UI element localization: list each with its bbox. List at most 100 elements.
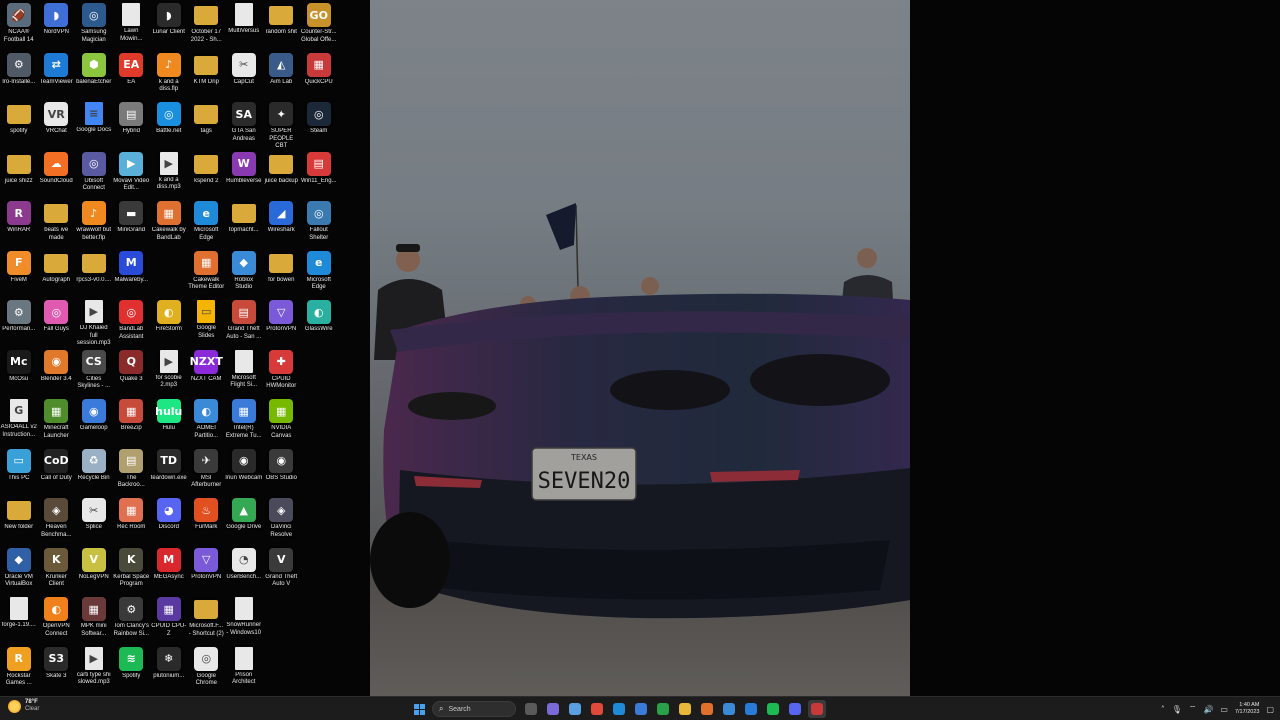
desktop-icon[interactable]: KTM Drip (188, 50, 226, 100)
taskbar-app-chrome[interactable] (588, 700, 606, 718)
desktop-icon[interactable]: random shit (263, 0, 301, 50)
desktop-icon[interactable]: ♪ wrawwolf but better.flp (75, 198, 113, 248)
desktop-icon[interactable]: R Rockstar Games ... (0, 644, 38, 694)
desktop-icon[interactable]: ▦ CPUID CPU-Z (150, 594, 188, 644)
desktop-icon[interactable]: e Microsoft Edge (300, 248, 338, 298)
taskbar-app-task-view[interactable] (522, 700, 540, 718)
desktop-icon[interactable]: ▶ k and a diss.mp3 (150, 149, 188, 199)
desktop-icon[interactable]: ✂ CapCut (225, 50, 263, 100)
desktop-icon[interactable]: ◎ BandLab Assistant (113, 297, 151, 347)
desktop-icon[interactable]: Mc McOsu (0, 347, 38, 397)
desktop-icon[interactable]: ◔ UserBench... (225, 545, 263, 595)
desktop-icon[interactable]: ▤ Hybrid (113, 99, 151, 149)
taskbar-app-store[interactable] (632, 700, 650, 718)
desktop-icon[interactable]: ≋ Spotify (113, 644, 151, 694)
desktop-icon[interactable]: ◐ FireStorm (150, 297, 188, 347)
desktop-icon[interactable]: G ASIO4ALL v2 Instruction... (0, 396, 38, 446)
taskbar-app-file-explorer[interactable] (676, 700, 694, 718)
desktop-icon[interactable]: ◉ OBS Studio (263, 446, 301, 496)
desktop-icon[interactable]: ♻ Recycle Bin (75, 446, 113, 496)
taskbar-app-teams[interactable] (544, 700, 562, 718)
taskbar-app-firefox[interactable] (698, 700, 716, 718)
desktop-icon[interactable]: ❄ plutonium... (150, 644, 188, 694)
desktop-icon[interactable]: ◆ Oracle VM VirtualBox (0, 545, 38, 595)
desktop-icon[interactable]: Microsoft Flight Si... (225, 347, 263, 397)
desktop-icon[interactable]: ◎ Battle.net (150, 99, 188, 149)
desktop-icon[interactable]: ◗ Lunar Client (150, 0, 188, 50)
desktop-icon[interactable]: ☁ SoundCloud (38, 149, 76, 199)
desktop-icon[interactable]: ▶ Movavi Video Edit... (113, 149, 151, 199)
taskbar-app-photos[interactable] (720, 700, 738, 718)
desktop-icon[interactable]: Lawn Mowin... (113, 0, 151, 50)
desktop-icon[interactable]: F FiveM (0, 248, 38, 298)
desktop-icon[interactable]: ▦ QuickCPU (300, 50, 338, 100)
desktop-icon[interactable]: ♨ FurMark (188, 495, 226, 545)
desktop-icon[interactable]: ▦ Rec Room (113, 495, 151, 545)
desktop-icon[interactable]: ▦ Cakewalk Theme Editor (188, 248, 226, 298)
desktop-icon[interactable]: V NoLegVPN (75, 545, 113, 595)
desktop-icon[interactable]: ◐ OpenVPN Connect (38, 594, 76, 644)
wifi-icon[interactable]: ⌔ (1189, 704, 1197, 714)
desktop-icon[interactable]: juice shizz (0, 149, 38, 199)
desktop-icon[interactable]: Q Quake 3 (113, 347, 151, 397)
desktop-icon[interactable]: 🏈 NCAA® Football 14 (0, 0, 38, 50)
clock[interactable]: 1:40 AM 7/17/2023 (1235, 702, 1259, 716)
desktop-icon[interactable]: ◈ DaVinci Resolve (263, 495, 301, 545)
battery-icon[interactable]: ▭ (1220, 705, 1228, 714)
taskbar-app-edge[interactable] (610, 700, 628, 718)
desktop-icon[interactable]: ▦ BreeZip (113, 396, 151, 446)
desktop-icon[interactable]: ▽ ProtonVPN (263, 297, 301, 347)
desktop-icon[interactable]: juice backup (263, 149, 301, 199)
desktop-icon[interactable]: SA GTA San Andreas (225, 99, 263, 149)
desktop-icon[interactable]: K Krunker Client (38, 545, 76, 595)
desktop-icon[interactable]: ▽ ProtonVPN (188, 545, 226, 595)
taskbar-app-spotify[interactable] (764, 700, 782, 718)
desktop-icon[interactable]: ◐ GlassWire (300, 297, 338, 347)
weather-widget[interactable]: 78°F Clear (8, 699, 39, 713)
desktop-icon[interactable]: ▦ MPK mini Softwar... (75, 594, 113, 644)
desktop-icon[interactable]: TD teardown.exe (150, 446, 188, 496)
desktop-icon[interactable]: EA EA (113, 50, 151, 100)
desktop-icon[interactable]: ✚ CPUID HWMonitor (263, 347, 301, 397)
taskbar-app-discord[interactable] (786, 700, 804, 718)
desktop-icon[interactable]: R WinRAR (0, 198, 38, 248)
desktop-icon[interactable]: ▦ Cakewalk by BandLab (150, 198, 188, 248)
desktop-icon[interactable]: ◎ Steam (300, 99, 338, 149)
desktop-icon[interactable]: M MEGAsync (150, 545, 188, 595)
desktop-icon[interactable]: ◉ Iriun Webcam (225, 446, 263, 496)
desktop-icon[interactable]: ◗ NordVPN (38, 0, 76, 50)
desktop-icon[interactable]: VR VRChat (38, 99, 76, 149)
desktop-icon[interactable]: ◉ Blender 3.4 (38, 347, 76, 397)
desktop-icon[interactable]: CoD Call of Duty (38, 446, 76, 496)
desktop-icon[interactable]: V Grand Theft Auto V (263, 545, 301, 595)
desktop-icon[interactable]: S3 Skate 3 (38, 644, 76, 694)
desktop-icon[interactable]: SnowRunner - Windows10 (225, 594, 263, 644)
desktop-icon[interactable]: ◭ Aim Lab (263, 50, 301, 100)
desktop-icon[interactable]: ▤ The Backroo... (113, 446, 151, 496)
taskbar-app-copilot[interactable] (566, 700, 584, 718)
desktop-icon[interactable]: ⬢ balenaEtcher (75, 50, 113, 100)
desktop-icon[interactable]: ▦ Minecraft Launcher (38, 396, 76, 446)
desktop-icon[interactable]: ◕ Discord (150, 495, 188, 545)
desktop-icon[interactable]: hulu Hulu (150, 396, 188, 446)
desktop-icon[interactable]: ◐ AOMEI Partitio... (188, 396, 226, 446)
desktop-icon[interactable]: ▭ Google Slides (188, 297, 226, 347)
desktop-icon[interactable]: ▤ Grand Theft Auto - San ... (225, 297, 263, 347)
desktop-icon[interactable]: for bowen (263, 248, 301, 298)
desktop-icon[interactable]: Prison Architect (225, 644, 263, 694)
desktop-icon[interactable]: ◉ Gameloop (75, 396, 113, 446)
desktop-icon[interactable]: M Malwareby... (113, 248, 151, 298)
desktop-icon[interactable]: ◎ Google Chrome (188, 644, 226, 694)
desktop-icon[interactable]: ▶ carti type shi slowed.mp3 (75, 644, 113, 694)
desktop-icon[interactable]: ◆ Roblox Studio (225, 248, 263, 298)
desktop-icon[interactable]: CS Cities Skylines - ... (75, 347, 113, 397)
desktop-icon[interactable]: ▦ Intel(R) Extreme Tu... (225, 396, 263, 446)
notification-icon[interactable]: ▢ (1266, 705, 1274, 714)
desktop-icon[interactable]: topmacht... (225, 198, 263, 248)
taskbar-app-xbox[interactable] (654, 700, 672, 718)
desktop-icon[interactable]: ▶ DJ Khaled full session.mp3 (75, 297, 113, 347)
desktop-icon[interactable]: rpcs3-v0.0.... (75, 248, 113, 298)
microphone-icon[interactable]: 🎙 (1172, 705, 1182, 714)
desktop-icon[interactable]: kspend 2 (188, 149, 226, 199)
taskbar-search[interactable]: ⌕ Search (432, 701, 516, 717)
